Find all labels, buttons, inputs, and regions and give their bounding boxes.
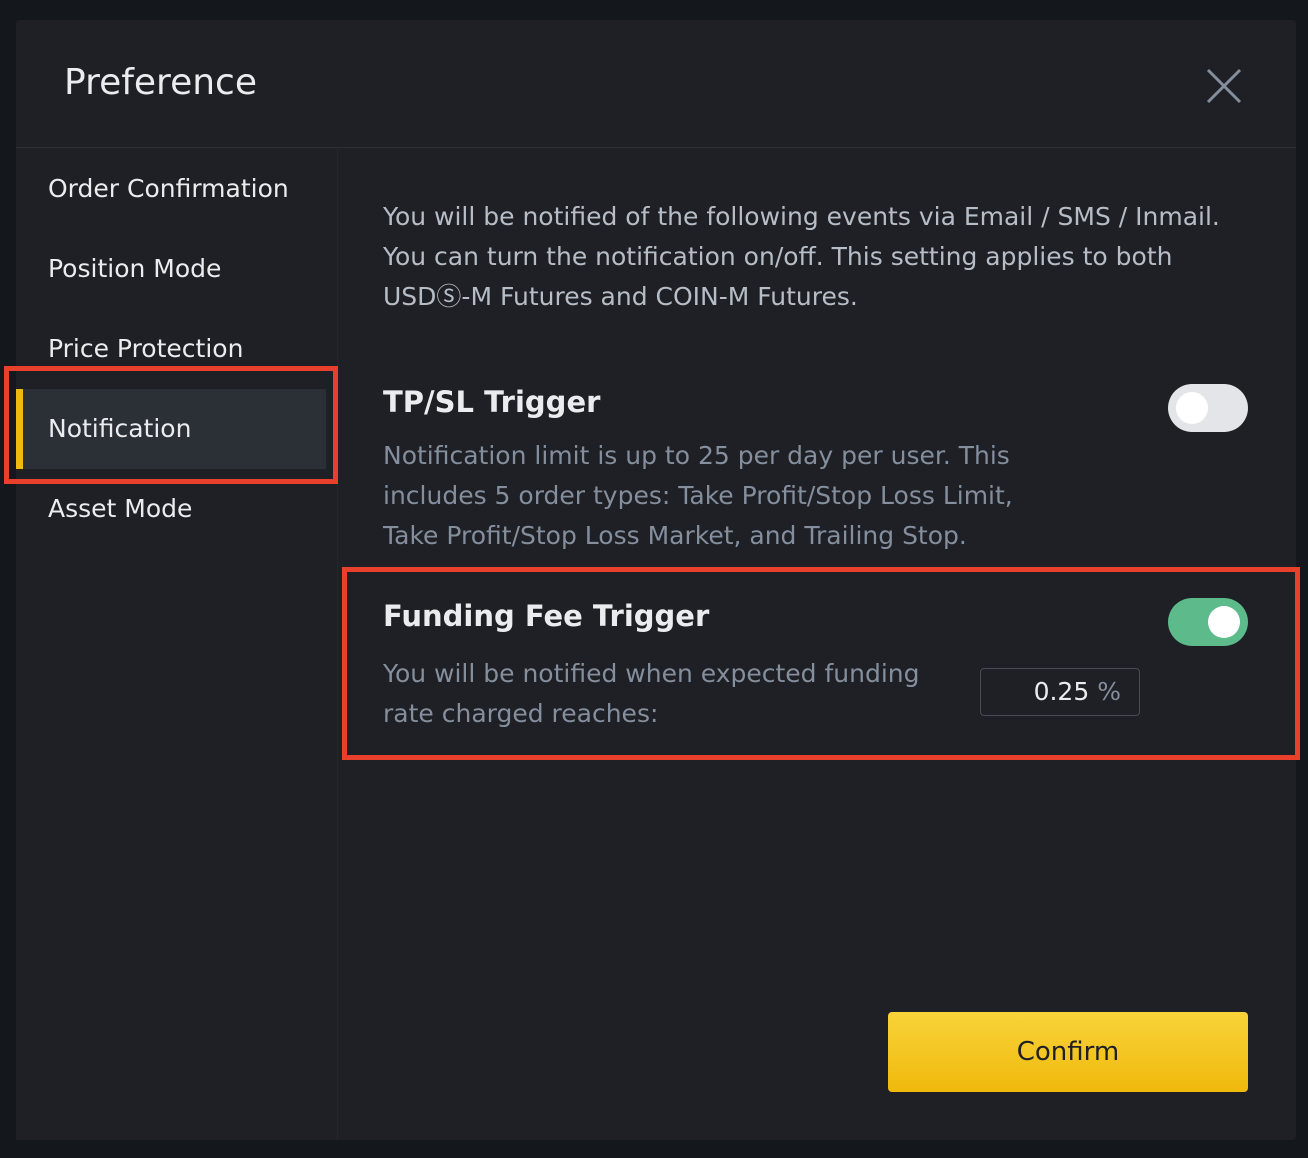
- sidebar-item-position-mode[interactable]: Position Mode: [16, 229, 326, 309]
- percent-unit: %: [1097, 677, 1121, 706]
- modal-header: Preference: [16, 20, 1296, 148]
- intro-text: You will be notified of the following ev…: [383, 202, 1220, 311]
- tpsl-description: Notification limit is up to 25 per day p…: [383, 441, 1013, 550]
- close-icon[interactable]: [1204, 66, 1244, 106]
- funding-title: Funding Fee Trigger: [383, 599, 710, 633]
- sidebar-item-order-confirmation[interactable]: Order Confirmation: [16, 149, 326, 229]
- confirm-button[interactable]: Confirm: [888, 1012, 1248, 1092]
- sidebar-item-notification[interactable]: Notification: [16, 389, 326, 469]
- sidebar-item-price-protection[interactable]: Price Protection: [16, 309, 326, 389]
- funding-rate-input[interactable]: 0.25%: [980, 668, 1140, 716]
- sidebar: Order Confirmation Position Mode Price P…: [16, 149, 338, 1140]
- preference-modal: Preference Order Confirmation Position M…: [16, 20, 1296, 1140]
- funding-toggle[interactable]: [1168, 598, 1248, 646]
- tpsl-title: TP/SL Trigger: [383, 385, 601, 419]
- tpsl-toggle[interactable]: [1168, 384, 1248, 432]
- funding-rate-value: 0.25: [1033, 677, 1090, 706]
- sidebar-item-asset-mode[interactable]: Asset Mode: [16, 469, 326, 549]
- funding-description: You will be notified when expected fundi…: [383, 659, 920, 728]
- modal-title: Preference: [64, 62, 257, 103]
